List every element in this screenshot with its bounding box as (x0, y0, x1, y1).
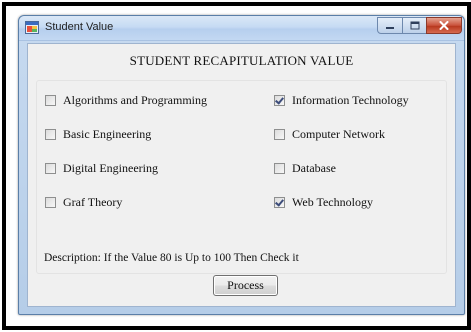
checkbox-box[interactable] (45, 162, 56, 174)
checkbox-label: Graf Theory (63, 194, 123, 209)
checkbox-box[interactable] (45, 94, 56, 106)
checkbox-algorithms-and-programming[interactable]: Algorithms and Programming (45, 92, 207, 108)
process-button[interactable]: Process (213, 275, 278, 296)
screenshot-frame: Student Value STUDENT RECAPITULATION VAL… (2, 2, 471, 330)
checkbox-label: Database (292, 160, 336, 175)
title-bar[interactable]: Student Value (19, 16, 464, 41)
checkbox-label: Computer Network (292, 126, 385, 141)
checkbox-database[interactable]: Database (274, 160, 336, 176)
maximize-button[interactable] (402, 17, 427, 34)
checkbox-box[interactable] (274, 162, 285, 174)
app-window-icon (25, 21, 39, 34)
checkbox-graf-theory[interactable]: Graf Theory (45, 194, 122, 210)
close-icon (439, 21, 449, 30)
checkbox-box-checked[interactable] (274, 196, 285, 208)
checkbox-web-technology[interactable]: Web Technology (274, 194, 373, 210)
checkbox-box[interactable] (45, 128, 56, 140)
maximize-icon (410, 21, 419, 30)
checkbox-information-technology[interactable]: Information Technology (274, 92, 409, 108)
form-heading: STUDENT RECAPITULATION VALUE (129, 53, 354, 68)
window-title: Student Value (45, 21, 114, 33)
description-text: Description: If the Value 80 is Up to 10… (44, 252, 299, 264)
checkbox-label: Basic Engineering (63, 126, 152, 141)
checkbox-label: Digital Engineering (63, 160, 158, 175)
checkbox-label: Web Technology (292, 194, 373, 209)
student-value-window: Student Value STUDENT RECAPITULATION VAL… (18, 15, 465, 315)
checkbox-digital-engineering[interactable]: Digital Engineering (45, 160, 158, 176)
checkbox-label: Information Technology (292, 92, 409, 107)
checkbox-basic-engineering[interactable]: Basic Engineering (45, 126, 151, 142)
checkbox-box-checked[interactable] (274, 94, 285, 106)
minimize-button[interactable] (377, 17, 403, 34)
checkbox-label: Algorithms and Programming (63, 92, 207, 107)
checkbox-box[interactable] (274, 128, 285, 140)
minimize-icon (386, 26, 394, 29)
form-client-area: STUDENT RECAPITULATION VALUE Algorithms … (27, 43, 456, 307)
close-button[interactable] (426, 17, 462, 34)
checkbox-box[interactable] (45, 196, 56, 208)
checkbox-computer-network[interactable]: Computer Network (274, 126, 385, 142)
course-group-box: Algorithms and Programming Basic Enginee… (36, 80, 447, 274)
